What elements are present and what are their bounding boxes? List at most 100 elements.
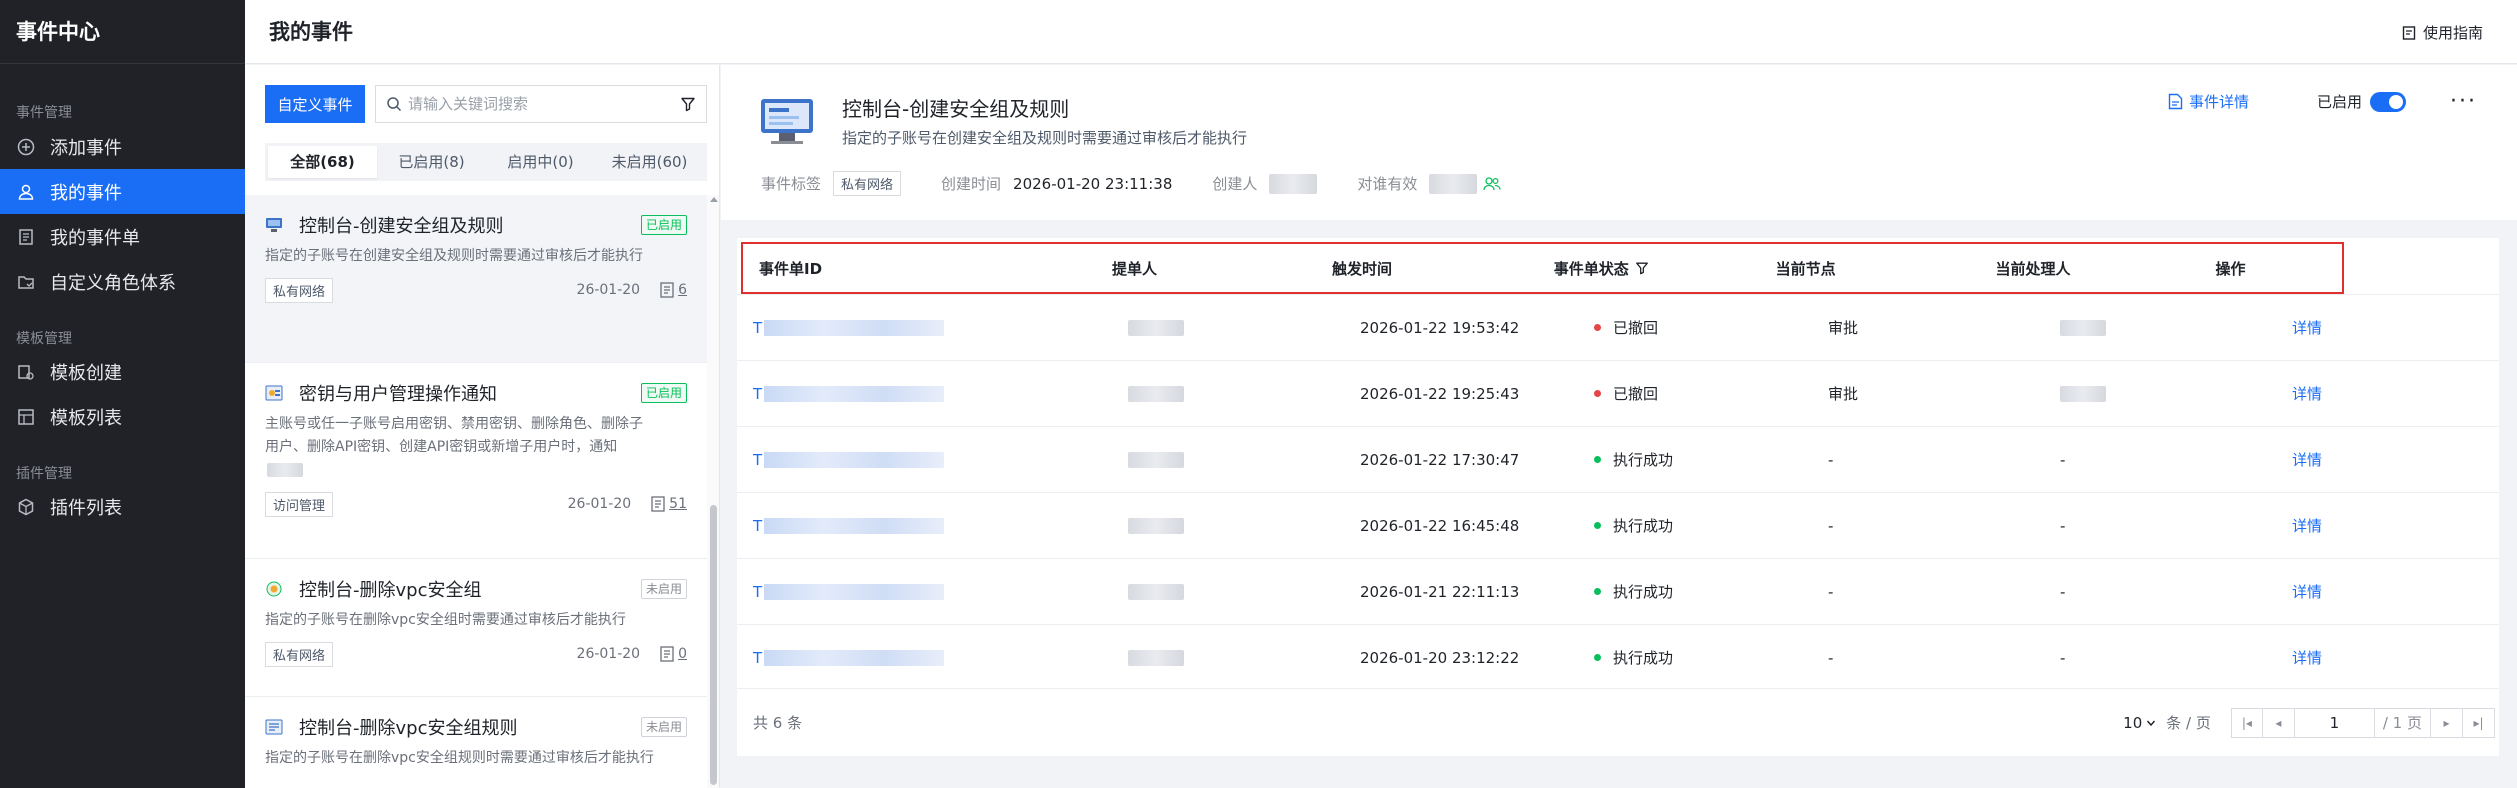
- ticket-count-icon: [660, 646, 674, 662]
- sidebar-item-label: 我的事件: [50, 182, 122, 204]
- event-list-panel: 自定义事件 全部(68) 已启用(8) 启用中(0) 未启用(60) 控制台-创…: [245, 65, 720, 788]
- first-page-button[interactable]: |◂: [2230, 707, 2263, 738]
- current-node: -: [1828, 582, 1834, 601]
- vpc-icon: [266, 581, 282, 597]
- detail-link[interactable]: 详情: [2292, 581, 2322, 602]
- page-size-select[interactable]: 10 条 / 页: [2123, 712, 2211, 733]
- col-ticket-id: 事件单ID: [759, 259, 823, 278]
- ticket-id-redacted: [764, 319, 945, 336]
- user-guide-link[interactable]: 使用指南: [2401, 22, 2483, 43]
- submitter-redacted: [1128, 319, 1184, 336]
- event-card-desc: 主账号或任一子账号启用密钥、禁用密钥、删除角色、删除子用户、删除API密钥、创建…: [265, 413, 655, 482]
- users-icon[interactable]: [1483, 176, 1501, 192]
- sidebar-item-my-events[interactable]: 我的事件: [0, 169, 245, 214]
- top-bar: 我的事件 使用指南: [245, 0, 2517, 64]
- tag-label: 事件标签: [761, 175, 822, 193]
- status-dot: [1594, 390, 1601, 397]
- event-card[interactable]: 密钥与用户管理操作通知 已启用 主账号或任一子账号启用密钥、禁用密钥、删除角色、…: [245, 363, 707, 559]
- cube-icon: [16, 497, 36, 517]
- ticket-count[interactable]: 6: [678, 282, 687, 298]
- current-node: -: [1828, 450, 1834, 469]
- col-current-node: 当前节点: [1775, 259, 1836, 278]
- col-status[interactable]: 事件单状态: [1538, 258, 1760, 279]
- col-action: 操作: [2215, 259, 2246, 278]
- tab-disabled[interactable]: 未启用(60): [595, 146, 704, 178]
- tab-enabling[interactable]: 启用中(0): [486, 146, 595, 178]
- ticket-id-link[interactable]: T: [753, 583, 945, 601]
- sidebar-item-label: 我的事件单: [50, 227, 140, 249]
- tab-all[interactable]: 全部(68): [268, 146, 377, 178]
- creator-value-redacted: [1269, 173, 1318, 194]
- filter-icon[interactable]: [1635, 261, 1649, 275]
- sidebar-item-plugin-list[interactable]: 插件列表: [0, 484, 245, 529]
- key-notify-icon: [265, 385, 283, 401]
- status-tabs: 全部(68) 已启用(8) 启用中(0) 未启用(60): [265, 143, 707, 181]
- ticket-id-link[interactable]: T: [753, 319, 945, 337]
- trigger-time: 2026-01-22 19:25:43: [1360, 384, 1520, 403]
- next-page-button[interactable]: ▸: [2431, 707, 2463, 738]
- ticket-count[interactable]: 0: [678, 646, 687, 662]
- last-page-button[interactable]: ▸|: [2463, 707, 2495, 738]
- ticket-id-link[interactable]: T: [753, 517, 945, 535]
- event-detail-link[interactable]: 事件详情: [2168, 91, 2249, 112]
- event-card[interactable]: 控制台-创建安全组及规则 已启用 指定的子账号在创建安全组及规则时需要通过审核后…: [245, 195, 707, 363]
- sidebar-item-add-event[interactable]: 添加事件: [0, 124, 245, 169]
- status-badge: 已启用: [640, 383, 687, 403]
- table-header: 事件单ID 提单人 触发时间 事件单状态 当前节点 当前处理人 操作: [741, 242, 2344, 294]
- sidebar-item-custom-roles[interactable]: 自定义角色体系: [0, 259, 245, 304]
- tab-enabled[interactable]: 已启用(8): [377, 146, 486, 178]
- col-current-handler: 当前处理人: [1995, 259, 2071, 278]
- submitter-redacted: [1128, 583, 1184, 600]
- enable-toggle[interactable]: [2370, 91, 2407, 112]
- status-dot: [1594, 522, 1601, 529]
- ticket-count[interactable]: 51: [669, 496, 687, 512]
- ticket-status: 执行成功: [1578, 449, 1812, 470]
- event-card-title: 控制台-删除vpc安全组规则: [299, 718, 518, 739]
- scrollbar-thumb[interactable]: [710, 505, 717, 785]
- scroll-up-arrow-icon[interactable]: [710, 197, 718, 202]
- sidebar-item-my-tickets[interactable]: 我的事件单: [0, 214, 245, 259]
- detail-link[interactable]: 详情: [2292, 449, 2322, 470]
- ticket-id-redacted: [764, 451, 945, 468]
- ticket-table: 事件单ID 提单人 触发时间 事件单状态 当前节点 当前处理人 操作 T 2026…: [737, 238, 2499, 756]
- page-total: / 1 页: [2374, 707, 2431, 738]
- pagination: 共 6 条 10 条 / 页 |◂ ◂ / 1 页 ▸ ▸|: [737, 688, 2499, 756]
- sidebar-item-label: 模板创建: [50, 362, 122, 384]
- submitter-redacted: [1128, 517, 1184, 534]
- current-handler: -: [2044, 649, 2276, 667]
- template-create-icon: [16, 362, 36, 382]
- sidebar-item-template-list[interactable]: 模板列表: [0, 394, 245, 439]
- current-handler: [2044, 385, 2276, 402]
- event-date: 26-01-20: [567, 496, 632, 512]
- sidebar-item-template-create[interactable]: 模板创建: [0, 349, 245, 394]
- ticket-id-link[interactable]: T: [753, 451, 945, 469]
- search-icon: [387, 97, 402, 112]
- event-card[interactable]: 控制台-删除vpc安全组规则 未启用 指定的子账号在删除vpc安全组规则时需要通…: [245, 697, 707, 788]
- event-card[interactable]: 控制台-删除vpc安全组 未启用 指定的子账号在删除vpc安全组时需要通过审核后…: [245, 559, 707, 697]
- filter-icon[interactable]: [680, 96, 696, 112]
- current-handler: [2044, 319, 2276, 336]
- detail-link[interactable]: 详情: [2292, 317, 2322, 338]
- more-menu-button[interactable]: ···: [2450, 90, 2477, 112]
- event-card-desc: 指定的子账号在删除vpc安全组规则时需要通过审核后才能执行: [265, 750, 654, 766]
- page-input[interactable]: [2294, 707, 2375, 738]
- redacted-text: [267, 463, 303, 477]
- event-tag: 私有网络: [265, 277, 334, 303]
- ticket-id-link[interactable]: T: [753, 385, 945, 403]
- detail-link[interactable]: 详情: [2292, 647, 2322, 668]
- prev-page-button[interactable]: ◂: [2262, 707, 2295, 738]
- current-node: -: [1828, 516, 1834, 535]
- ticket-id-link[interactable]: T: [753, 649, 945, 667]
- sidebar-item-label: 插件列表: [50, 497, 122, 519]
- search-input[interactable]: [408, 95, 680, 113]
- sidebar: 事件中心 事件管理 添加事件 我的事件 我的事件单 自定义角色体系 模板管理 模…: [0, 0, 245, 788]
- custom-event-button[interactable]: 自定义事件: [265, 85, 365, 123]
- user-guide-label: 使用指南: [2422, 24, 2483, 42]
- scope-label: 对谁有效: [1357, 175, 1418, 193]
- detail-link[interactable]: 详情: [2292, 383, 2322, 404]
- handler-redacted: [2060, 319, 2106, 336]
- current-handler: -: [2044, 451, 2276, 469]
- list-scrollbar[interactable]: [707, 195, 719, 788]
- detail-link[interactable]: 详情: [2292, 515, 2322, 536]
- submitter-redacted: [1128, 649, 1184, 666]
